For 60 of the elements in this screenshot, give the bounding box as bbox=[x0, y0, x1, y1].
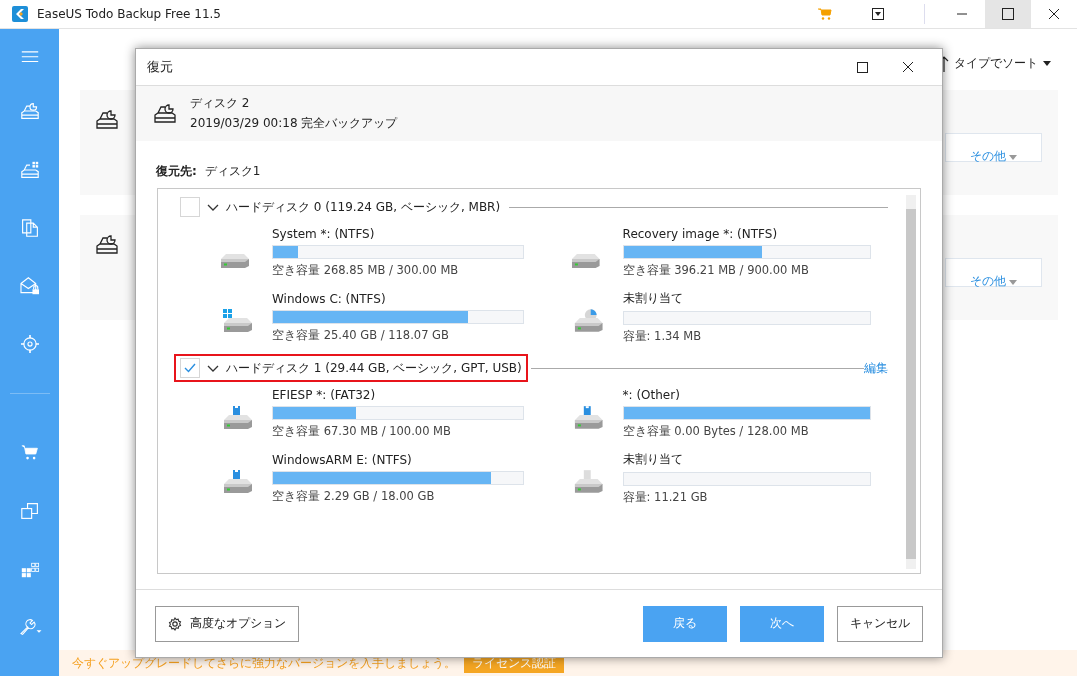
target-label: 復元先: bbox=[156, 163, 197, 180]
disk-image-icon bbox=[96, 110, 118, 130]
clone-icon[interactable] bbox=[18, 501, 41, 520]
partition-name: 未割り当て bbox=[622, 290, 684, 307]
partition-name: EFIESP *: (FAT32) bbox=[272, 388, 377, 402]
maximize-icon[interactable] bbox=[857, 61, 868, 73]
back-button[interactable]: 戻る bbox=[643, 605, 727, 642]
next-button[interactable]: 次へ bbox=[740, 605, 824, 642]
disk-label: ハードディスク 1 (29.44 GB, ベーシック, GPT, USB) bbox=[226, 359, 522, 377]
drive-windows-icon bbox=[220, 309, 254, 333]
more-button[interactable]: その他 bbox=[945, 133, 1042, 162]
close-icon[interactable] bbox=[902, 61, 914, 73]
chevron-icon[interactable] bbox=[207, 203, 219, 211]
files-icon[interactable] bbox=[19, 218, 40, 237]
window-title: EaseUS Todo Backup Free 11.5 bbox=[37, 7, 221, 21]
disk-label: ハードディスク 0 (119.24 GB, ベーシック, MBR) bbox=[226, 198, 501, 216]
partition-name: System *: (NTFS) bbox=[272, 227, 376, 241]
edit-link[interactable]: 編集 bbox=[864, 359, 888, 377]
partition-capacity: 空き容量 67.30 MB / 100.00 MB bbox=[272, 424, 452, 439]
cancel-button[interactable]: キャンセル bbox=[837, 605, 923, 642]
target-icon[interactable] bbox=[18, 334, 41, 353]
maximize-icon[interactable] bbox=[1002, 8, 1014, 20]
partition-name: Recovery image *: (NTFS) bbox=[622, 227, 779, 241]
mail-lock-icon[interactable] bbox=[17, 276, 42, 295]
advanced-options-button[interactable]: 高度なオプション bbox=[155, 605, 299, 642]
partition-name: *: (Other) bbox=[622, 388, 681, 402]
cart-icon[interactable] bbox=[818, 8, 832, 20]
settings-icon[interactable] bbox=[168, 616, 182, 631]
checkbox[interactable] bbox=[180, 197, 200, 217]
chevron-icon[interactable] bbox=[207, 364, 219, 372]
partition-name: WindowsARM E: (NTFS) bbox=[272, 452, 413, 467]
dialog-title: 復元 bbox=[147, 58, 173, 76]
partition-capacity: 空き容量 268.85 MB / 300.00 MB bbox=[272, 263, 460, 278]
more-button[interactable]: その他 bbox=[945, 258, 1042, 287]
menu-icon[interactable] bbox=[19, 51, 40, 63]
cart-icon[interactable] bbox=[19, 445, 40, 462]
drive-icon bbox=[571, 252, 601, 269]
app-logo-icon bbox=[12, 6, 28, 22]
partition-capacity: 空き容量 0.00 Bytes / 128.00 MB bbox=[622, 424, 810, 439]
close-icon[interactable] bbox=[1048, 8, 1060, 20]
disk-backup-icon[interactable] bbox=[18, 102, 41, 121]
drive-icon bbox=[220, 252, 250, 269]
checkmark-icon[interactable] bbox=[184, 363, 196, 373]
disk-grid-icon[interactable] bbox=[18, 160, 41, 179]
partition-capacity: 容量: 1.34 MB bbox=[622, 329, 703, 344]
partition-capacity: 空き容量 396.21 MB / 900.00 MB bbox=[622, 263, 810, 278]
target-value: ディスク1 bbox=[204, 163, 261, 180]
checkbox[interactable] bbox=[180, 358, 200, 378]
partition-capacity: 空き容量 2.29 GB / 18.00 GB bbox=[272, 488, 436, 504]
partition-capacity: 容量: 11.21 GB bbox=[622, 490, 709, 505]
disk-image-icon bbox=[154, 103, 176, 124]
dropdown-icon[interactable] bbox=[872, 8, 884, 20]
caret-icon[interactable] bbox=[1043, 61, 1051, 66]
source-name: ディスク 2 bbox=[190, 95, 251, 112]
partition-name: Windows C: (NTFS) bbox=[272, 291, 387, 306]
partition-capacity: 空き容量 25.40 GB / 118.07 GB bbox=[272, 327, 450, 343]
disk-image-icon bbox=[96, 235, 118, 255]
source-detail: 2019/03/29 00:18 完全バックアップ bbox=[190, 115, 398, 132]
partition-name: 未割り当て bbox=[622, 451, 684, 468]
sort-dropdown[interactable]: タイプでソート bbox=[954, 55, 1038, 72]
